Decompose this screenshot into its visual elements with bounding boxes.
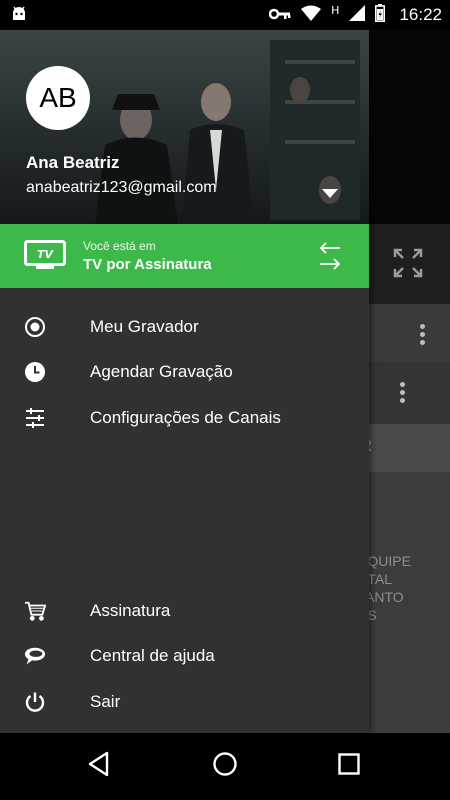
record-icon xyxy=(24,316,46,338)
more-vert-icon[interactable] xyxy=(400,382,406,406)
mode-caption: Você está em xyxy=(83,239,156,253)
battery-icon xyxy=(375,4,386,26)
clock-icon xyxy=(24,361,46,383)
key-icon xyxy=(268,6,291,25)
menu-label: Central de ajuda xyxy=(90,646,215,666)
menu-item-central-de-ajuda[interactable]: Central de ajuda xyxy=(0,634,369,680)
android-debug-icon xyxy=(10,5,28,27)
tv-icon-text: TV xyxy=(37,248,55,261)
sliders-icon xyxy=(24,407,46,429)
menu-item-agendar-gravacao[interactable]: Agendar Gravação xyxy=(0,350,369,396)
service-mode-bar[interactable]: TV Você está em TV por Assinatura xyxy=(0,224,369,288)
more-vert-icon[interactable] xyxy=(420,324,426,348)
menu-label: Meu Gravador xyxy=(90,316,199,336)
navigation-drawer: AB Ana Beatriz anabeatriz123@gmail.com T… xyxy=(0,30,369,733)
clock: 16:22 xyxy=(399,5,442,24)
menu-item-configuracoes-de-canais[interactable]: Configurações de Canais xyxy=(0,395,369,441)
menu-label: Agendar Gravação xyxy=(90,362,233,382)
avatar[interactable]: AB xyxy=(26,66,90,130)
menu-label: Sair xyxy=(90,691,121,711)
background-text: EQUIPE STAL JANTO AS xyxy=(358,553,411,623)
network-type-label: H xyxy=(331,3,340,17)
menu-item-sair[interactable]: Sair xyxy=(0,679,369,725)
home-icon[interactable] xyxy=(212,751,238,781)
menu-label: Assinatura xyxy=(90,600,171,620)
recents-icon[interactable] xyxy=(337,751,361,781)
tv-icon: TV xyxy=(24,240,66,274)
wifi-icon xyxy=(301,5,322,25)
account-dropdown-icon[interactable] xyxy=(322,184,338,203)
swap-icon[interactable] xyxy=(318,241,342,275)
drawer-header: AB Ana Beatriz anabeatriz123@gmail.com xyxy=(0,30,369,224)
user-email: anabeatriz123@gmail.com xyxy=(26,179,217,196)
cell-signal-icon xyxy=(349,5,366,25)
menu-item-assinatura[interactable]: Assinatura xyxy=(0,588,369,634)
fullscreen-icon[interactable] xyxy=(393,248,423,282)
menu-label: Configurações de Canais xyxy=(90,407,281,427)
power-icon xyxy=(24,691,46,713)
back-icon[interactable] xyxy=(87,751,111,781)
user-name: Ana Beatriz xyxy=(26,153,120,172)
menu-secondary: Assinatura Central de ajuda Sair xyxy=(0,588,369,725)
status-bar: H 16:22 xyxy=(0,0,450,30)
menu-main: Meu Gravador Agendar Gravação Configuraç… xyxy=(0,304,369,441)
mode-value: TV por Assinatura xyxy=(83,256,212,273)
chat-icon xyxy=(24,645,46,667)
menu-item-meu-gravador[interactable]: Meu Gravador xyxy=(0,304,369,350)
navigation-bar xyxy=(0,733,450,800)
cart-icon xyxy=(24,600,46,622)
